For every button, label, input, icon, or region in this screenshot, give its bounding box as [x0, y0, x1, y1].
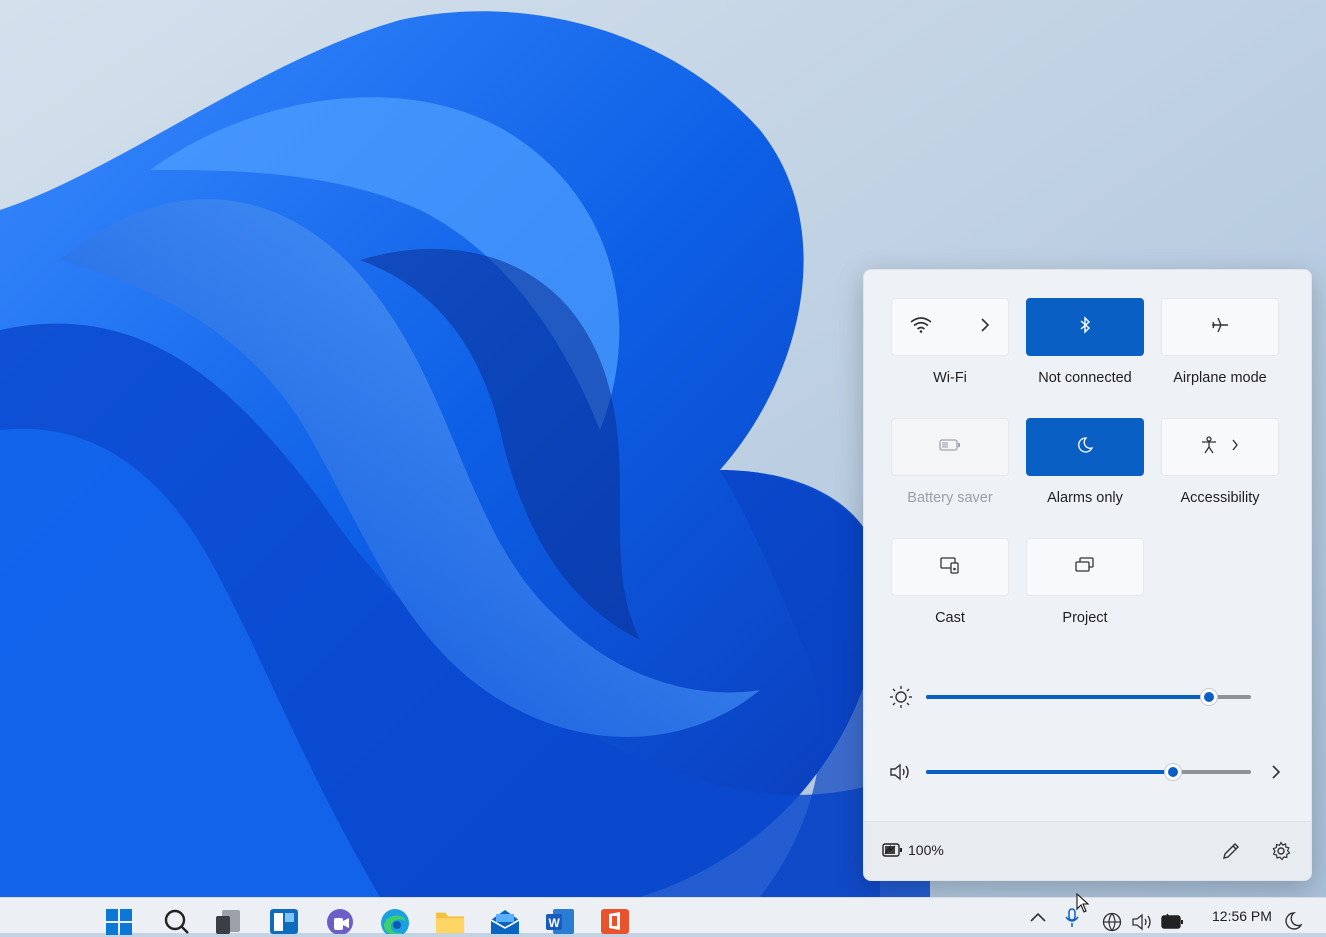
focus-assist-tile[interactable]: [1026, 418, 1144, 476]
bluetooth-tile[interactable]: [1026, 298, 1144, 356]
moon-icon[interactable]: [1284, 912, 1303, 937]
bluetooth-icon: [1079, 315, 1091, 339]
start-icon[interactable]: [104, 908, 134, 935]
edge-icon[interactable]: [380, 908, 410, 934]
airplane-mode-tile[interactable]: [1161, 298, 1279, 356]
chevron-right-icon[interactable]: [980, 317, 990, 337]
chevron-right-icon[interactable]: [1231, 438, 1239, 456]
moon-icon: [1077, 436, 1094, 458]
quick-settings-panel: Wi-Fi Not connected Airplane mode Batter…: [863, 269, 1312, 881]
battery-percentage[interactable]: 100%: [908, 842, 944, 858]
widgets-icon[interactable]: [269, 908, 299, 934]
battery-icon[interactable]: [1161, 912, 1185, 937]
tile-label-battery-saver: Battery saver: [907, 490, 993, 506]
teams-chat-icon[interactable]: [325, 908, 355, 934]
battery-saver-icon: [939, 438, 961, 456]
word-icon[interactable]: W: [545, 908, 575, 934]
brightness-icon: [887, 683, 915, 711]
audio-output-chevron-icon[interactable]: [1262, 758, 1290, 786]
battery-saver-tile[interactable]: [891, 418, 1009, 476]
volume-slider-thumb[interactable]: [1165, 764, 1181, 780]
accessibility-tile[interactable]: [1161, 418, 1279, 476]
pencil-icon[interactable]: [1217, 837, 1245, 865]
svg-text:W: W: [549, 916, 561, 930]
wifi-icon: [910, 316, 932, 338]
mouse-cursor-icon: [1076, 893, 1090, 913]
tile-label-wifi: Wi-Fi: [933, 370, 967, 386]
volume-icon[interactable]: [887, 758, 915, 786]
quick-settings-footer: 100%: [864, 821, 1311, 880]
cast-tile[interactable]: [891, 538, 1009, 596]
tile-label-airplane: Airplane mode: [1173, 370, 1267, 386]
tile-label-project: Project: [1062, 610, 1108, 626]
battery-charging-icon[interactable]: [882, 841, 904, 864]
show-hidden-icons-chevron[interactable]: [1029, 910, 1047, 928]
taskbar: W 12:56 PM: [0, 897, 1326, 935]
task-view-icon[interactable]: [213, 908, 243, 934]
tile-label-accessibility: Accessibility: [1180, 490, 1260, 506]
tile-label-cast: Cast: [935, 610, 965, 626]
search-icon[interactable]: [161, 908, 191, 934]
project-tile[interactable]: [1026, 538, 1144, 596]
file-explorer-icon[interactable]: [435, 908, 465, 934]
gear-icon[interactable]: [1267, 837, 1295, 865]
tile-label-focus-assist: Alarms only: [1047, 490, 1123, 506]
language-icon[interactable]: [1102, 912, 1124, 937]
accessibility-icon: [1201, 435, 1217, 459]
wifi-tile[interactable]: [891, 298, 1009, 356]
brightness-slider-thumb[interactable]: [1201, 689, 1217, 705]
airplane-icon: [1210, 316, 1230, 339]
cast-icon: [940, 556, 960, 579]
mail-icon[interactable]: [490, 908, 520, 934]
taskbar-clock-time[interactable]: 12:56 PM: [1212, 908, 1272, 924]
project-icon: [1075, 556, 1095, 578]
tile-label-bluetooth: Not connected: [1038, 370, 1132, 386]
speaker-icon[interactable]: [1131, 912, 1153, 937]
office-icon[interactable]: [600, 908, 630, 934]
